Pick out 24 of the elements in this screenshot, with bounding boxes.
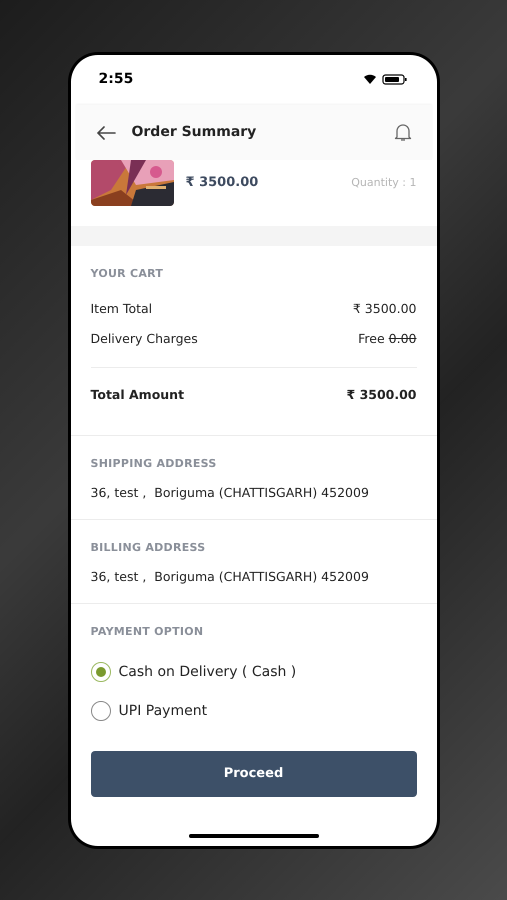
back-arrow-icon[interactable] (96, 124, 116, 140)
bell-icon[interactable] (394, 123, 412, 142)
payment-option[interactable]: Cash on Delivery ( Cash ) (90, 652, 416, 692)
cart-label: Delivery Charges (90, 330, 198, 348)
screen-title: Order Summary (132, 123, 258, 142)
cart-label: Item Total (90, 300, 152, 318)
section-heading: PAYMENT OPTION (90, 624, 204, 640)
payment-option[interactable]: UPI Payment (90, 692, 416, 730)
product-price: ₹ 3500.00 (186, 174, 260, 192)
status-time: 2:55 (98, 70, 134, 88)
status-icons (362, 73, 408, 85)
radio-button[interactable] (90, 701, 110, 721)
product-quantity: Quantity : 1 (351, 174, 416, 191)
section-heading: YOUR CART (90, 266, 164, 282)
total-label: Total Amount (90, 386, 184, 404)
cart-value: Free 0.00 (358, 330, 416, 348)
cart-value: ₹ 3500.00 (352, 300, 416, 318)
address-text: 36, test , Boriguma (CHATTISGARH) 452009 (90, 484, 370, 502)
address-text: 36, test , Boriguma (CHATTISGARH) 452009 (90, 568, 370, 586)
section-heading: BILLING ADDRESS (90, 540, 206, 556)
proceed-button[interactable]: Proceed (90, 750, 416, 796)
radio-button[interactable] (90, 662, 110, 682)
total-value: ₹ 3500.00 (346, 386, 416, 404)
section-heading: SHIPPING ADDRESS (90, 456, 218, 472)
